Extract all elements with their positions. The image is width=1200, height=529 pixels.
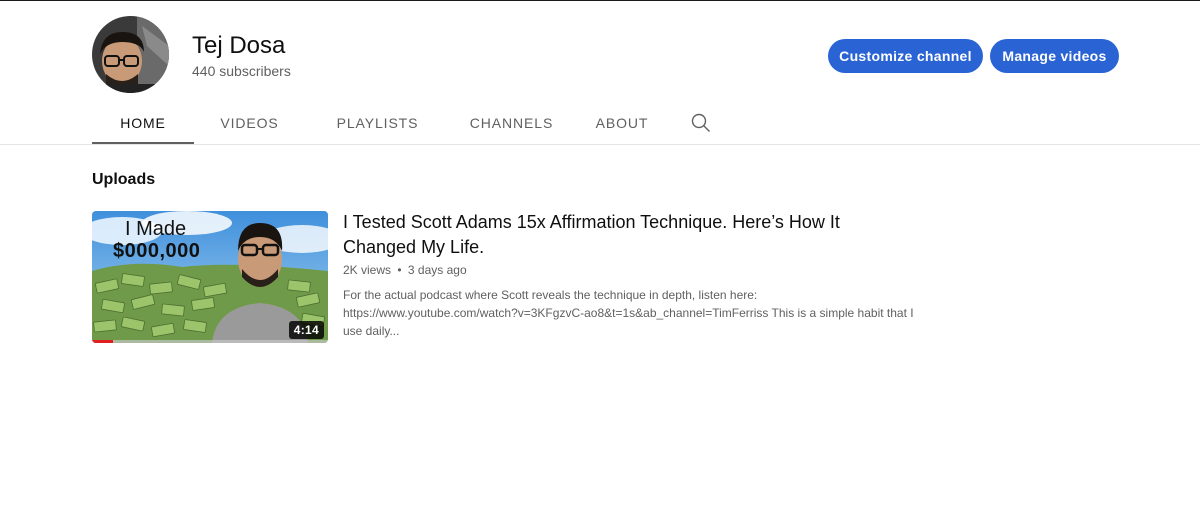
tab-home[interactable]: HOME xyxy=(92,100,194,145)
video-title-link[interactable]: I Tested Scott Adams 15x Affirmation Tec… xyxy=(343,210,843,260)
top-border xyxy=(0,0,1200,1)
tab-channels[interactable]: CHANNELS xyxy=(450,100,573,145)
channel-avatar[interactable] xyxy=(92,16,169,93)
manage-videos-button[interactable]: Manage videos xyxy=(990,39,1119,73)
tab-playlists[interactable]: PLAYLISTS xyxy=(305,100,450,145)
subscriber-count: 440 subscribers xyxy=(192,63,291,79)
video-age: 3 days ago xyxy=(407,263,467,277)
video-views: 2K views xyxy=(343,263,392,277)
tabs-divider xyxy=(0,144,1200,145)
video-thumbnail[interactable]: I Made $000,000 4:14 xyxy=(92,211,328,343)
thumbnail-caption-line2: $000,000 xyxy=(113,240,201,262)
channel-search-button[interactable] xyxy=(671,100,731,145)
watch-progress-fill xyxy=(92,340,114,343)
watch-progress-bar xyxy=(92,340,328,343)
tab-about[interactable]: ABOUT xyxy=(573,100,671,145)
thumbnail-caption-line1: I Made xyxy=(125,218,187,240)
video-duration-badge: 4:14 xyxy=(288,321,324,339)
meta-separator: • xyxy=(397,263,402,277)
customize-channel-button[interactable]: Customize channel xyxy=(828,39,983,73)
section-title-uploads: Uploads xyxy=(92,171,156,188)
tab-videos[interactable]: VIDEOS xyxy=(194,100,305,145)
channel-name: Tej Dosa xyxy=(192,32,286,59)
channel-tabs: HOME VIDEOS PLAYLISTS CHANNELS ABOUT xyxy=(92,100,731,145)
video-description: For the actual podcast where Scott revea… xyxy=(343,288,914,338)
avatar-image xyxy=(92,16,169,93)
video-metadata: 2K views • 3 days ago xyxy=(343,262,467,278)
search-icon xyxy=(691,113,710,132)
